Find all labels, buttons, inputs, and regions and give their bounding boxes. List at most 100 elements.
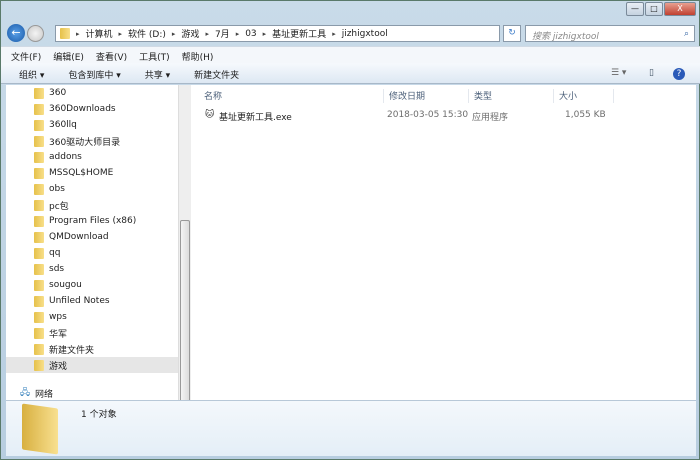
nav-item[interactable]: qq — [6, 245, 178, 261]
include-in-library-button[interactable]: 包含到库中 ▾ — [68, 68, 120, 81]
folder-icon — [34, 311, 44, 323]
menu-help[interactable]: 帮助(H) — [182, 50, 214, 63]
network-icon: 🖧 — [20, 388, 31, 398]
nav-item[interactable]: obs — [6, 181, 178, 197]
nav-item[interactable]: MSSQL$HOME — [6, 165, 178, 181]
nav-item-label: 游戏 — [49, 361, 68, 372]
menu-edit[interactable]: 编辑(E) — [53, 50, 84, 63]
share-button[interactable]: 共享 ▾ — [145, 68, 170, 81]
nav-item[interactable]: 360驱动大师目录 — [6, 133, 178, 149]
column-date[interactable]: 修改日期 — [384, 89, 469, 103]
file-list: 名称 修改日期 类型 大小 🐱 基址更新工具.exe 2018-03-05 15… — [191, 85, 696, 400]
nav-item-label: qq — [49, 248, 61, 258]
address-bar[interactable]: ▸ 计算机 ▸ 软件 (D:) ▸ 游戏 ▸ 7月 ▸ 03 ▸ 基址更新工具 ▸ jizhi… — [55, 25, 500, 42]
folder-icon — [34, 343, 44, 355]
menu-tools[interactable]: 工具(T) — [139, 50, 170, 63]
nav-item-label: Unfiled Notes — [49, 296, 110, 306]
explorer-window: — □ X ← ▸ 计算机 ▸ 软件 (D:) ▸ 游戏 ▸ 7月 ▸ 03 ▸ 基址更新工… — [0, 0, 700, 460]
search-placeholder: 搜索 jizhigxtool — [532, 32, 599, 42]
app-icon: 🐱 — [205, 110, 215, 120]
menu-view[interactable]: 查看(V) — [96, 50, 127, 63]
breadcrumb[interactable]: 游戏 — [181, 27, 199, 40]
close-button[interactable]: X — [664, 2, 696, 16]
nav-item[interactable]: sds — [6, 261, 178, 277]
organize-button[interactable]: 组织 ▾ — [19, 68, 44, 81]
folder-icon — [22, 403, 58, 455]
nav-item[interactable]: wps — [6, 309, 178, 325]
back-button[interactable]: ← — [7, 24, 25, 42]
column-name[interactable]: 名称 — [199, 89, 384, 103]
help-icon[interactable]: ? — [673, 68, 685, 80]
folder-icon — [34, 183, 44, 195]
nav-item[interactable]: QMDownload — [6, 229, 178, 245]
breadcrumb[interactable]: 03 — [245, 29, 256, 39]
nav-item[interactable]: pc包 — [6, 197, 178, 213]
file-row[interactable]: 🐱 基址更新工具.exe 2018-03-05 15:30 应用程序 1,055… — [191, 110, 696, 126]
file-type: 应用程序 — [472, 113, 509, 123]
nav-item-label: 360 — [49, 88, 67, 98]
nav-item[interactable]: 游戏 — [6, 357, 178, 373]
breadcrumb[interactable]: jizhigxtool — [342, 29, 388, 39]
refresh-icon[interactable]: ↻ — [503, 25, 521, 42]
breadcrumb[interactable]: 基址更新工具 — [272, 27, 326, 40]
view-options-icon[interactable]: ☰ ▾ — [611, 68, 626, 78]
folder-icon — [34, 215, 44, 227]
folder-icon — [60, 28, 70, 39]
minimize-button[interactable]: — — [626, 2, 644, 16]
column-type[interactable]: 类型 — [469, 89, 554, 103]
nav-item[interactable]: Unfiled Notes — [6, 293, 178, 309]
forward-button[interactable] — [27, 25, 44, 42]
nav-item[interactable]: addons — [6, 149, 178, 165]
command-bar: 组织 ▾ 包含到库中 ▾ 共享 ▾ 新建文件夹 ☰ ▾ ▯ ? — [1, 63, 700, 84]
folder-icon — [34, 327, 44, 339]
new-folder-button[interactable]: 新建文件夹 — [194, 68, 239, 81]
item-count: 1 个对象 — [81, 410, 117, 420]
folder-icon — [34, 167, 44, 179]
menu-bar: 文件(F) 编辑(E) 查看(V) 工具(T) 帮助(H) — [1, 46, 700, 63]
menu-file[interactable]: 文件(F) — [11, 50, 41, 63]
folder-icon — [34, 151, 44, 163]
nav-item-label: sds — [49, 264, 65, 274]
nav-item-label: MSSQL$HOME — [49, 168, 114, 178]
nav-item-label: Program Files (x86) — [49, 216, 137, 226]
breadcrumb[interactable]: 计算机 — [86, 27, 113, 40]
breadcrumb[interactable]: 7月 — [215, 27, 230, 40]
nav-item[interactable]: Program Files (x86) — [6, 213, 178, 229]
preview-pane-icon[interactable]: ▯ — [649, 68, 654, 78]
nav-item[interactable]: 华军 — [6, 325, 178, 341]
nav-item-label: sougou — [49, 280, 82, 290]
folder-icon — [34, 87, 44, 99]
nav-item-label: 360Downloads — [49, 104, 116, 114]
details-pane: 1 个对象 — [6, 400, 696, 456]
nav-item[interactable]: 360Downloads — [6, 101, 178, 117]
nav-item-label: obs — [49, 184, 65, 194]
nav-item-label: 华军 — [49, 329, 68, 340]
title-bar: — □ X — [1, 1, 700, 23]
nav-item[interactable]: 360llq — [6, 117, 178, 133]
nav-scrollbar[interactable] — [178, 85, 191, 455]
folder-icon — [34, 231, 44, 243]
maximize-button[interactable]: □ — [645, 2, 663, 16]
nav-item-label: QMDownload — [49, 232, 109, 242]
nav-item-label: pc包 — [49, 201, 69, 212]
folder-icon — [34, 103, 44, 115]
search-input[interactable]: 搜索 jizhigxtool ⌕ — [525, 25, 695, 42]
nav-item-label: 360llq — [49, 120, 77, 130]
file-name: 基址更新工具.exe — [219, 113, 292, 123]
file-size: 1,055 KB — [565, 110, 606, 120]
folder-icon — [34, 295, 44, 307]
folder-icon — [34, 279, 44, 291]
nav-item[interactable]: 新建文件夹 — [6, 341, 178, 357]
file-date: 2018-03-05 15:30 — [387, 110, 469, 120]
nav-item-label: addons — [49, 152, 82, 162]
folder-icon — [34, 119, 44, 131]
breadcrumb[interactable]: 软件 (D:) — [128, 27, 166, 40]
folder-icon — [34, 135, 44, 147]
nav-item[interactable]: 360 — [6, 85, 178, 101]
nav-item[interactable]: sougou — [6, 277, 178, 293]
column-size[interactable]: 大小 — [554, 89, 614, 103]
nav-item-network[interactable]: 🖧 网络 — [6, 385, 178, 400]
folder-icon — [34, 199, 44, 211]
nav-item-label: 360驱动大师目录 — [49, 137, 121, 148]
folder-icon — [34, 263, 44, 275]
